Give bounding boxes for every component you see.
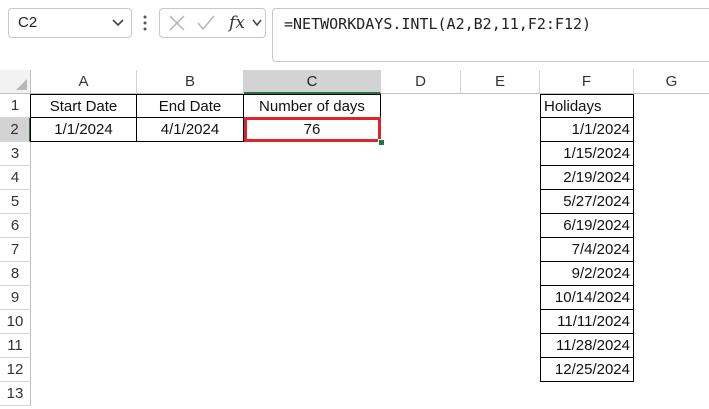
row-header-1[interactable]: 1: [0, 94, 31, 118]
row-header-3[interactable]: 3: [0, 142, 31, 166]
row-header-11[interactable]: 11: [0, 334, 31, 358]
cell-a2[interactable]: 1/1/2024: [30, 118, 137, 142]
fill-handle[interactable]: [378, 139, 385, 146]
row-header-7[interactable]: 7: [0, 238, 31, 262]
row-header-10[interactable]: 10: [0, 310, 31, 334]
holiday-cell[interactable]: 5/27/2024: [540, 190, 634, 214]
chevron-down-icon[interactable]: [249, 9, 265, 37]
row-header-13[interactable]: 13: [0, 382, 31, 406]
holiday-cell[interactable]: 1/15/2024: [540, 142, 634, 166]
cell-a1[interactable]: Start Date: [30, 94, 137, 118]
formula-input[interactable]: =NETWORKDAYS.INTL(A2,B2,11,F2:F12): [272, 8, 709, 62]
cell-c1[interactable]: Number of days: [244, 94, 381, 118]
formula-bar-area: C2 fx =NETWORKDAYS.INTL(A2,B2,11,F2:F12): [0, 0, 709, 70]
row-header-9[interactable]: 9: [0, 286, 31, 310]
more-vertical-icon[interactable]: [142, 12, 148, 34]
column-header-g[interactable]: G: [634, 70, 709, 94]
holiday-cell[interactable]: 11/28/2024: [540, 334, 634, 358]
name-box-value: C2: [18, 14, 38, 31]
column-header-e[interactable]: E: [461, 70, 540, 94]
holiday-cell[interactable]: 1/1/2024: [540, 118, 634, 142]
row-header-6[interactable]: 6: [0, 214, 31, 238]
formula-text: =NETWORKDAYS.INTL(A2,B2,11,F2:F12): [284, 15, 592, 33]
holiday-cell[interactable]: 9/2/2024: [540, 262, 634, 286]
cell-b1[interactable]: End Date: [137, 94, 244, 118]
formula-buttons: fx: [159, 8, 266, 38]
holiday-cell[interactable]: 11/11/2024: [540, 310, 634, 334]
column-header-d[interactable]: D: [381, 70, 461, 94]
row-header-2[interactable]: 2: [0, 118, 31, 142]
holiday-cell[interactable]: 2/19/2024: [540, 166, 634, 190]
active-cell-highlight: [244, 117, 381, 142]
column-header-a[interactable]: A: [31, 70, 137, 94]
holiday-cell[interactable]: 10/14/2024: [540, 286, 634, 310]
holiday-cell[interactable]: 6/19/2024: [540, 214, 634, 238]
chevron-down-icon[interactable]: [111, 15, 125, 31]
row-header-5[interactable]: 5: [0, 190, 31, 214]
column-header-b[interactable]: B: [137, 70, 244, 94]
holiday-cell[interactable]: 7/4/2024: [540, 238, 634, 262]
insert-function-icon[interactable]: fx: [224, 9, 250, 37]
name-box[interactable]: C2: [8, 8, 132, 38]
cell-f1[interactable]: Holidays: [540, 94, 634, 118]
row-header-12[interactable]: 12: [0, 358, 31, 382]
row-header-8[interactable]: 8: [0, 262, 31, 286]
select-all-triangle-icon: [16, 79, 27, 90]
enter-check-icon[interactable]: [193, 9, 219, 37]
row-header-4[interactable]: 4: [0, 166, 31, 190]
cell-b2[interactable]: 4/1/2024: [137, 118, 244, 142]
column-header-f[interactable]: F: [540, 70, 634, 94]
column-header-c[interactable]: C: [244, 70, 381, 94]
cancel-x-icon[interactable]: [164, 9, 190, 37]
select-all-button[interactable]: [0, 70, 31, 94]
holiday-cell[interactable]: 12/25/2024: [540, 358, 634, 382]
